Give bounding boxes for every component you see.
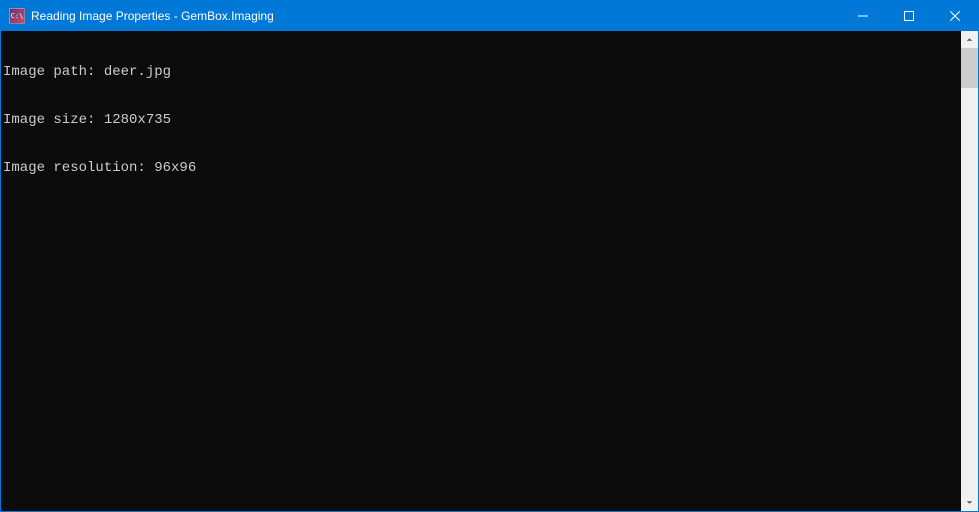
client-area: Image path: deer.jpg Image size: 1280x73… — [1, 31, 978, 511]
scroll-track[interactable] — [961, 48, 978, 494]
scroll-thumb[interactable] — [961, 48, 978, 88]
close-icon — [950, 11, 960, 21]
application-window: C:\ Reading Image Properties - GemBox.Im… — [0, 0, 979, 512]
console-line: Image path: deer.jpg — [3, 64, 959, 80]
console-output: Image path: deer.jpg Image size: 1280x73… — [1, 31, 961, 511]
vertical-scrollbar[interactable] — [961, 31, 978, 511]
console-line: Image size: 1280x735 — [3, 112, 959, 128]
chevron-down-icon — [966, 499, 973, 506]
app-icon-label: C:\ — [11, 13, 24, 20]
window-title: Reading Image Properties - GemBox.Imagin… — [31, 9, 274, 23]
scroll-up-button[interactable] — [961, 31, 978, 48]
maximize-button[interactable] — [886, 1, 932, 31]
chevron-up-icon — [966, 36, 973, 43]
scroll-down-button[interactable] — [961, 494, 978, 511]
console-line: Image resolution: 96x96 — [3, 160, 959, 176]
minimize-button[interactable] — [840, 1, 886, 31]
maximize-icon — [904, 11, 914, 21]
minimize-icon — [858, 11, 868, 21]
app-icon: C:\ — [9, 8, 25, 24]
close-button[interactable] — [932, 1, 978, 31]
window-controls — [840, 1, 978, 31]
titlebar[interactable]: C:\ Reading Image Properties - GemBox.Im… — [1, 1, 978, 31]
